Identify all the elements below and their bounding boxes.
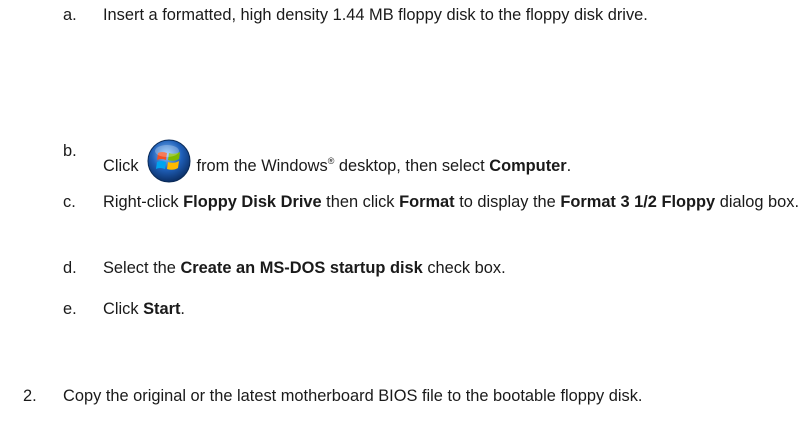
step-b-text: Click from the Windows® desktop, then se… (103, 139, 805, 183)
step-b-marker: b. (63, 142, 77, 160)
registered-mark: ® (327, 155, 335, 166)
step-d-t1: Select the (103, 259, 176, 277)
step-d-marker: d. (63, 259, 77, 277)
step-e-marker: e. (63, 300, 77, 318)
step-b-computer: Computer (489, 157, 567, 175)
step-e-t1: Click (103, 300, 139, 318)
step-c-format-dialog: Format 3 1/2 Floppy (560, 193, 716, 211)
step-c-format: Format (399, 193, 455, 211)
step-2-marker: 2. (23, 387, 37, 405)
step-c-floppy-drive: Floppy Disk Drive (183, 193, 322, 211)
windows-start-icon (147, 139, 191, 183)
step-b-pre: Click (103, 157, 139, 175)
step-d-msdos-checkbox-label: Create an MS-DOS startup disk (180, 259, 423, 277)
step-c-t1: Right-click (103, 193, 179, 211)
step-d-t2: check box. (427, 259, 506, 277)
step-c-t2: then click (326, 193, 395, 211)
step-c-t3: to display the (459, 193, 556, 211)
step-a-marker: a. (63, 6, 77, 24)
step-d-text: Select the Create an MS-DOS startup disk… (103, 256, 805, 280)
step-b-mid2: desktop, then select (338, 157, 485, 175)
step-b-end: . (566, 157, 572, 175)
step-e-start: Start (143, 300, 181, 318)
step-a-text: Insert a formatted, high density 1.44 MB… (103, 6, 648, 24)
step-2-text: Copy the original or the latest motherbo… (63, 387, 643, 405)
step-e-text: Click Start. (103, 297, 805, 321)
step-c-text: Right-click Floppy Disk Drive then click… (103, 190, 805, 214)
step-e-t2: . (180, 300, 185, 318)
step-c-t4: dialog box. (719, 193, 800, 211)
step-b-mid: from the Windows (196, 157, 328, 175)
step-c-marker: c. (63, 193, 76, 211)
